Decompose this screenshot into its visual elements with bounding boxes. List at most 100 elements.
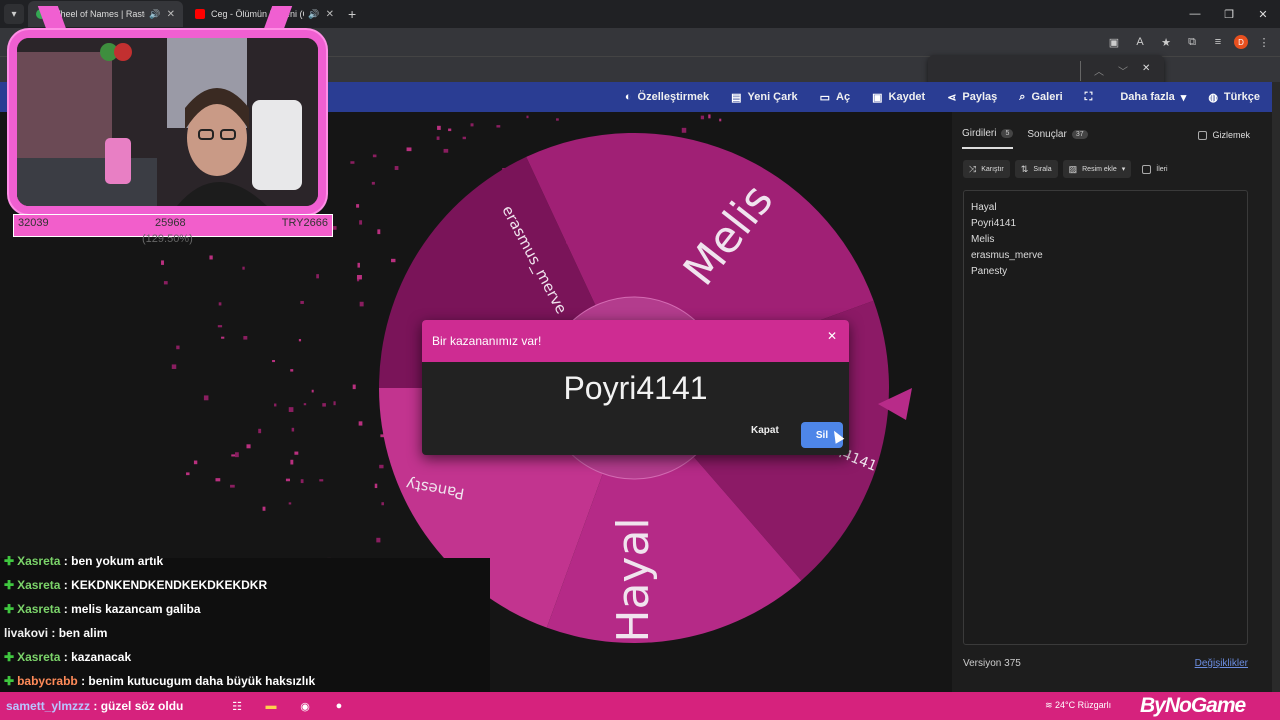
sort-icon: ⇅ — [1020, 163, 1029, 174]
dialog-header: Bir kazananımız var! — [422, 320, 849, 362]
wind-icon: ≋ — [1045, 700, 1056, 710]
confetti-piece — [526, 115, 529, 119]
webcam-overlay — [9, 30, 326, 214]
chat-line: livakovi : ben alim — [4, 626, 107, 640]
confetti-piece — [350, 161, 355, 164]
tab-close-icon[interactable]: ✕ — [326, 9, 334, 20]
nav-item-5[interactable]: ⌕ Galeri — [1019, 91, 1062, 104]
new-tab-button[interactable]: + — [348, 6, 356, 22]
media-icon[interactable]: ≡ — [1208, 32, 1228, 52]
confetti-piece — [294, 451, 299, 455]
add-image-button[interactable]: ▨ Resim ekle ▾ — [1062, 160, 1132, 178]
confetti-piece — [681, 127, 687, 133]
hide-checkbox[interactable]: Gizlemek — [1198, 130, 1250, 140]
confetti-piece — [290, 369, 294, 372]
tab-close-icon[interactable]: ✕ — [167, 9, 175, 20]
translate-icon[interactable]: A — [1130, 32, 1150, 52]
screen: ▾ Wheel of Names | Rastgele 🔊 ✕ Ceg - Öl… — [0, 0, 1280, 720]
confetti-piece — [496, 125, 501, 128]
tab-results[interactable]: Sonuçlar 37 — [1027, 128, 1088, 149]
confetti-piece — [186, 472, 190, 476]
profile-avatar-icon[interactable]: D — [1234, 35, 1248, 49]
speaker-icon[interactable]: 🔊 — [149, 9, 160, 20]
confetti-piece — [209, 255, 213, 260]
chat-message: : ben alim — [51, 626, 108, 640]
changes-link[interactable]: Değişiklikler — [1195, 658, 1248, 669]
shuffle-button[interactable]: ⤨ Karıştır — [963, 160, 1010, 178]
chat-username: babycrabb — [17, 674, 78, 688]
entry-line: Hayal — [971, 202, 997, 213]
youtube-favicon-icon — [195, 9, 205, 19]
folder-icon: ▭ — [819, 91, 831, 104]
speaker-icon[interactable]: 🔊 — [308, 9, 319, 20]
entries-textarea[interactable]: Hayal Poyri4141 Melis erasmus_merve Panesty — [963, 190, 1248, 645]
badge-icon: ✚ — [4, 554, 15, 568]
find-prev-icon[interactable]: ︿ — [1094, 63, 1104, 78]
confetti-piece — [319, 479, 324, 482]
checkbox-icon — [1198, 130, 1208, 140]
obs-icon[interactable]: ● — [330, 698, 348, 714]
tab-youtube[interactable]: Ceg - Ölümün Kuzeni (Offi 🔊 ✕ — [187, 1, 342, 27]
nav-item-4[interactable]: ⋖ Paylaş — [947, 91, 997, 104]
file-explorer-icon[interactable]: ▬ — [262, 698, 280, 714]
confetti-piece — [217, 325, 223, 328]
globe-icon: ◍ — [1208, 91, 1218, 104]
confetti-piece — [406, 147, 412, 152]
confetti-piece — [391, 258, 396, 263]
extensions-icon[interactable]: ⧉ — [1182, 32, 1202, 52]
advanced-checkbox[interactable]: İleri — [1142, 164, 1168, 174]
find-close-icon[interactable]: ✕ — [1142, 63, 1150, 74]
panel-toolbar: ⤨ Karıştır ⇅ Sırala ▨ Resim ekle ▾ İleri — [963, 160, 1168, 178]
stat-right: TRY2666 — [281, 217, 328, 229]
star-icon[interactable]: ★ — [1156, 32, 1176, 52]
confetti-piece — [218, 302, 222, 306]
nav-item-1[interactable]: ▤ Yeni Çark — [731, 91, 798, 104]
chat-line: ✚ Xasreta : kazanacak — [4, 650, 131, 664]
close-window-button[interactable]: ✕ — [1246, 0, 1280, 28]
task-view-icon[interactable]: ☷ — [228, 698, 246, 714]
chat-username: Xasreta — [17, 650, 61, 664]
entry-line: Panesty — [971, 266, 1008, 277]
nav-item-8[interactable]: ◍ Türkçe — [1208, 91, 1260, 104]
nav-item-6[interactable]: ⛶ — [1085, 91, 1099, 104]
checkbox-icon — [1142, 164, 1152, 174]
close-button[interactable]: Kapat — [751, 425, 779, 436]
nav-item-label: Paylaş — [962, 91, 998, 103]
confetti-piece — [371, 181, 375, 185]
nav-item-3[interactable]: ▣ Kaydet — [872, 91, 925, 104]
tab-search-icon[interactable]: ▾ — [4, 4, 24, 24]
badge-icon: ✚ — [4, 674, 15, 688]
page-action-icon[interactable]: ▣ — [1104, 32, 1124, 52]
maximize-button[interactable]: ❐ — [1212, 0, 1246, 28]
chat-message: : güzel söz oldu — [93, 699, 184, 713]
nav-item-7[interactable]: Daha fazla ▾ — [1120, 91, 1186, 104]
winner-name: Poyri4141 — [563, 370, 708, 406]
nav-item-2[interactable]: ▭ Aç — [820, 91, 850, 104]
weather-widget[interactable]: ≋ 24°C Rüzgarlı — [1045, 700, 1111, 711]
nav-item-label: Türkçe — [1223, 91, 1260, 103]
confetti-piece — [462, 136, 466, 140]
chrome-icon[interactable]: ◉ — [296, 698, 314, 714]
taskbar-icons: ☷ ▬ ◉ ● — [228, 698, 348, 714]
wheel-segment-label: Hayal — [608, 517, 659, 642]
tab-entries[interactable]: Girdileri 5 — [962, 128, 1014, 149]
confetti-piece — [300, 479, 304, 484]
stat-left: 32039 — [18, 217, 49, 229]
confetti-piece — [381, 502, 384, 506]
confetti-piece — [221, 336, 225, 339]
find-next-icon[interactable]: ﹀ — [1118, 63, 1128, 78]
confetti-piece — [322, 403, 326, 407]
confetti-piece — [290, 459, 294, 465]
page-scrollbar[interactable] — [1272, 82, 1280, 692]
kebab-menu-icon[interactable]: ⋮ — [1254, 32, 1274, 52]
dialog-close-icon[interactable]: ✕ — [827, 329, 837, 343]
confetti-piece — [316, 274, 319, 279]
window-controls: — ❐ ✕ — [1178, 0, 1280, 28]
sort-button[interactable]: ⇅ Sırala — [1014, 160, 1058, 178]
confetti-piece — [700, 115, 705, 120]
tab-entries-label: Girdileri — [962, 128, 997, 139]
confetti-piece — [246, 444, 251, 449]
minimize-button[interactable]: — — [1178, 0, 1212, 28]
taskbar: samett_ylmzzz : güzel söz oldu ☷ ▬ ◉ ● ≋… — [0, 692, 1280, 720]
nav-item-0[interactable]: ◐ Özelleştirmek — [625, 91, 709, 103]
